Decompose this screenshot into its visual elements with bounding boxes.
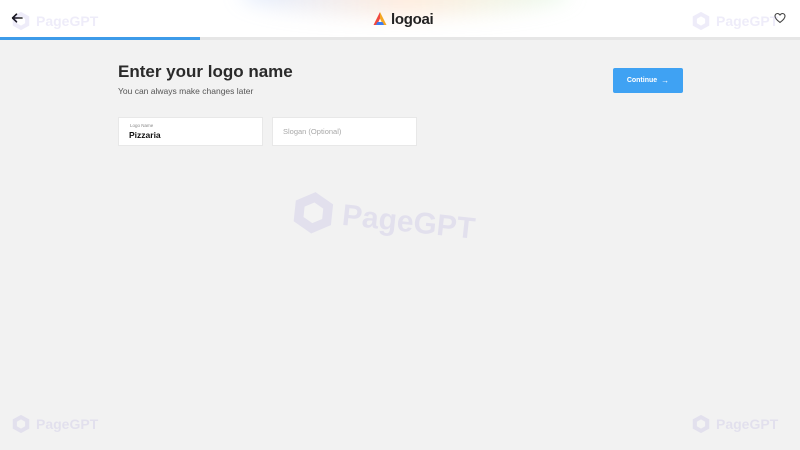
heart-icon [774,12,786,24]
logoai-mark-icon [373,12,387,25]
watermark-bottom-right: PageGPT [690,413,778,435]
continue-button-label: Continue [626,77,658,84]
watermark-hexagon-icon [692,414,710,434]
page-title: Enter your logo name [118,62,293,81]
logo-name-field[interactable]: Logo Name [118,117,263,146]
logo-text: logoai [391,10,434,28]
slogan-input[interactable] [283,127,408,136]
brand-logo[interactable]: logoai [372,9,434,29]
watermark-text: PageGPT [716,416,779,432]
progress-bar-fill [0,37,200,40]
watermark-center: PageGPT [286,185,478,254]
top-header: logoai [0,0,800,38]
back-button[interactable] [8,9,26,27]
arrow-left-icon [11,13,23,23]
logo-name-input[interactable] [129,130,254,140]
slogan-field[interactable] [272,117,417,146]
watermark-text: PageGPT [36,416,99,432]
favorite-button[interactable] [774,11,790,27]
watermark-text: PageGPT [340,198,477,246]
arrow-right-icon: → [661,75,670,85]
logo-name-label: Logo Name [130,123,154,128]
progress-bar [0,37,800,40]
page-subtitle: You can always make changes later [118,86,254,96]
watermark-bottom-left: PageGPT [10,413,98,435]
continue-button[interactable]: Continue → [613,68,683,93]
watermark-hexagon-icon [293,192,334,234]
watermark-hexagon-icon [12,414,30,434]
